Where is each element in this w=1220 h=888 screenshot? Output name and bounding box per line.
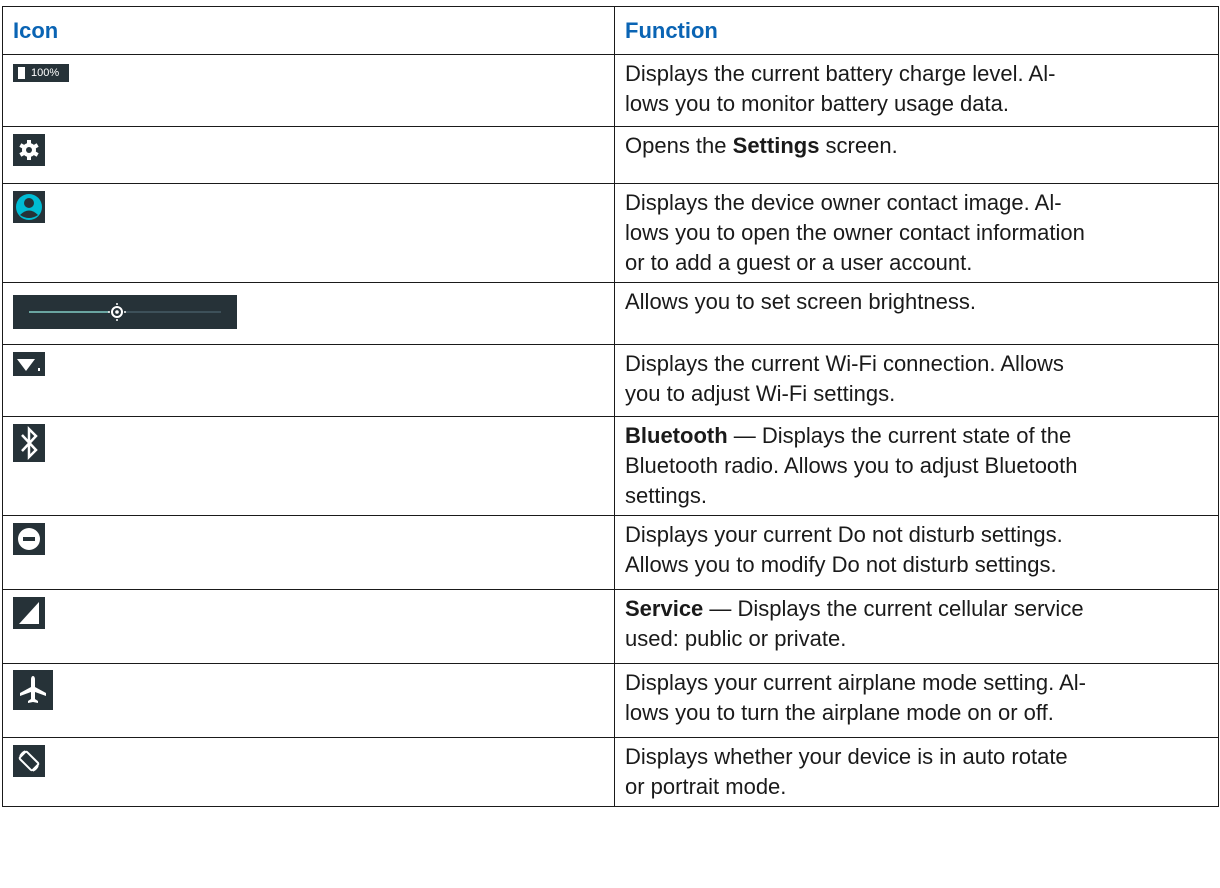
function-cell: Service — Displays the current cellular …: [614, 589, 1219, 664]
table-row: Displays your current airplane mode sett…: [2, 663, 1219, 738]
function-cell: Displays the current Wi-Fi connection. A…: [614, 344, 1219, 417]
function-cell: Displays your current airplane mode sett…: [614, 663, 1219, 738]
table-row: Displays your current Do not disturb set…: [2, 515, 1219, 590]
do-not-disturb-icon: [13, 523, 45, 555]
function-cell: Displays your current Do not disturb set…: [614, 515, 1219, 590]
bluetooth-bold-label: Bluetooth: [625, 423, 728, 448]
icon-cell: [2, 282, 615, 345]
icon-cell: [2, 416, 615, 516]
table-row: Opens the Settings screen.: [2, 126, 1219, 184]
icon-cell: [2, 515, 615, 590]
service-bold-label: Service: [625, 596, 704, 621]
table-row: Displays whether your device is in auto …: [2, 737, 1219, 807]
icon-cell: [2, 126, 615, 184]
icon-column-header: Icon: [2, 6, 615, 55]
owner-contact-icon: [13, 191, 45, 223]
function-cell: Opens the Settings screen.: [614, 126, 1219, 184]
function-cell: Bluetooth — Displays the current state o…: [614, 416, 1219, 516]
auto-rotate-icon: [13, 745, 45, 777]
settings-bold-label: Settings: [732, 133, 820, 158]
function-cell: Displays the device owner contact image.…: [614, 183, 1219, 283]
table-row: 100% Displays the current battery charge…: [2, 54, 1219, 127]
wifi-icon: [13, 352, 45, 376]
icon-cell: 100%: [2, 54, 615, 127]
function-column-header: Function: [614, 6, 1219, 55]
cellular-signal-icon: [13, 597, 45, 629]
table-header-row: Icon Function: [2, 6, 1219, 55]
airplane-icon: [13, 670, 53, 710]
brightness-slider-icon: [13, 295, 237, 329]
settings-gear-icon: [13, 134, 45, 166]
function-cell: Allows you to set screen brightness.: [614, 282, 1219, 345]
function-cell: Displays whether your device is in auto …: [614, 737, 1219, 807]
bluetooth-icon: [13, 424, 45, 462]
battery-icon: 100%: [13, 64, 69, 82]
icon-function-table: Icon Function 100% Displays the current …: [2, 6, 1219, 807]
function-cell: Displays the current battery charge leve…: [614, 54, 1219, 127]
icon-cell: [2, 737, 615, 807]
table-row: Service — Displays the current cellular …: [2, 589, 1219, 664]
icon-cell: [2, 344, 615, 417]
table-row: Allows you to set screen brightness.: [2, 282, 1219, 345]
table-row: Displays the device owner contact image.…: [2, 183, 1219, 283]
table-row: Bluetooth — Displays the current state o…: [2, 416, 1219, 516]
table-row: Displays the current Wi-Fi connection. A…: [2, 344, 1219, 417]
icon-cell: [2, 183, 615, 283]
icon-cell: [2, 663, 615, 738]
icon-cell: [2, 589, 615, 664]
